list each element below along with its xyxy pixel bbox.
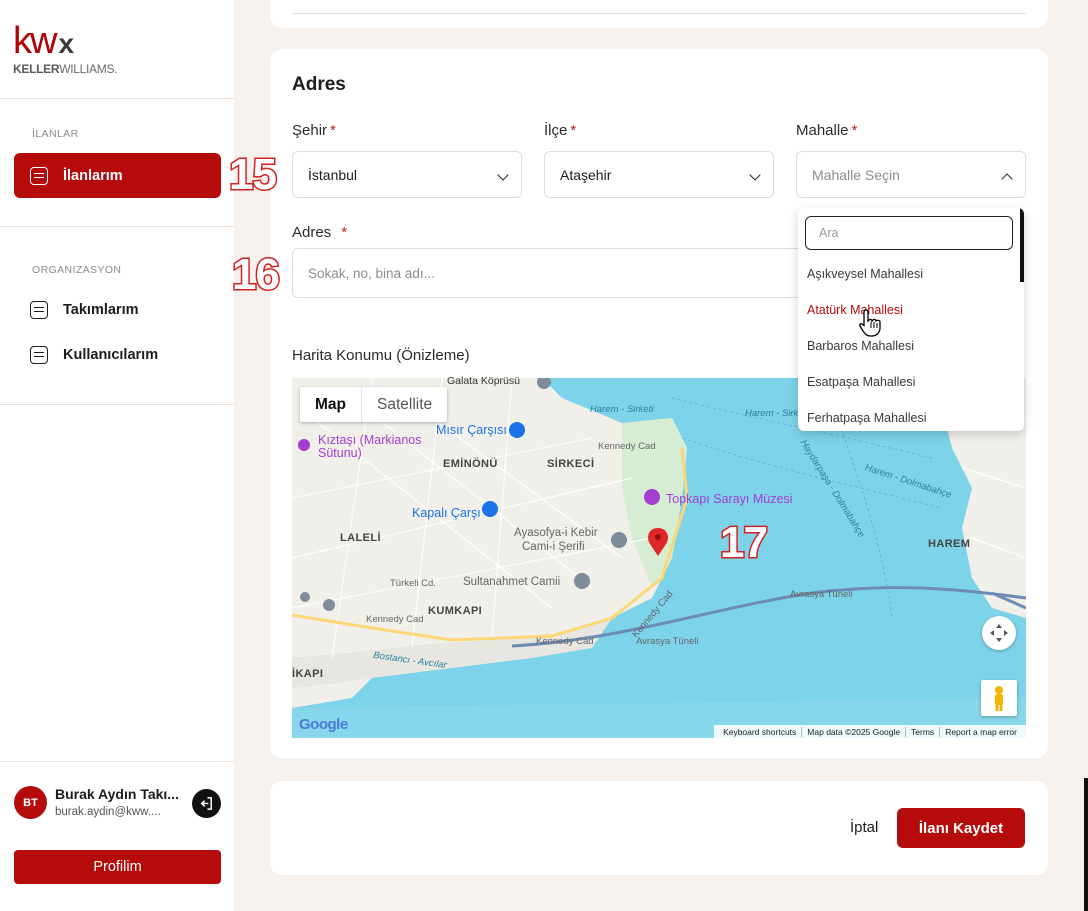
google-logo: Google — [299, 716, 348, 733]
user-name: Burak Aydın Takı... — [55, 786, 179, 802]
previous-section-card — [270, 0, 1048, 28]
map-label-laleli: LALELİ — [340, 532, 381, 544]
sidebar: kw x KELLERWILLIAMS. İLANLAR İlanlarım OR… — [0, 0, 234, 911]
chevron-up-icon — [1001, 173, 1013, 185]
map-label-ikapi: İKAPI — [292, 668, 324, 680]
hand-cursor-icon — [859, 309, 881, 337]
document-icon — [30, 300, 48, 319]
district-label: İlçe * — [544, 122, 577, 139]
dropdown-scrollbar[interactable] — [1020, 208, 1024, 282]
terms-link[interactable]: Terms — [905, 726, 939, 737]
profile-button[interactable]: Profilim — [14, 850, 221, 884]
map-label-sultanahmet: Sultanahmet Camii — [463, 576, 561, 588]
map-label-kumkapi: KUMKAPI — [428, 605, 483, 617]
sidebar-divider — [0, 404, 234, 405]
city-label: Şehir * — [292, 122, 336, 139]
dropdown-search-input[interactable] — [805, 216, 1013, 250]
city-value: İstanbul — [308, 166, 358, 183]
logo-kw: kw — [13, 20, 57, 62]
chevron-down-icon — [497, 169, 509, 181]
cancel-button[interactable]: İptal — [850, 819, 878, 836]
map-camera-control[interactable] — [982, 616, 1016, 650]
sidebar-item-listings[interactable]: İlanlarım — [14, 153, 221, 198]
step-number-16: 16 — [231, 249, 282, 301]
address-label: Adres * — [292, 224, 348, 241]
document-icon — [30, 166, 48, 185]
sidebar-item-label: Kullanıcılarım — [63, 346, 159, 363]
city-select[interactable]: İstanbul — [292, 151, 522, 198]
map-label-kiztasi-2: Sütunu) — [318, 446, 362, 460]
map-data-text: Map data ©2025 Google — [801, 726, 905, 737]
document-icon — [30, 345, 48, 364]
logo-subtitle: KELLERWILLIAMS. — [13, 62, 118, 76]
section-label-organization: ORGANIZASYON — [32, 264, 122, 276]
section-title: Adres — [292, 74, 346, 95]
sidebar-item-label: İlanlarım — [63, 167, 123, 184]
map-label-misir: Mısır Çarşısı — [436, 423, 507, 437]
edge-scrollbar[interactable] — [1084, 778, 1088, 911]
district-value: Ataşehir — [560, 166, 612, 183]
save-listing-button[interactable]: İlanı Kaydet — [897, 808, 1025, 848]
map-type-tabs: Map Satellite — [300, 387, 448, 422]
user-block: BT Burak Aydın Takı... burak.aydin@kww..… — [14, 786, 224, 822]
map-label-kapali: Kapalı Çarşı — [412, 506, 481, 520]
chevron-down-icon — [749, 169, 761, 181]
user-email: burak.aydin@kww.... — [55, 806, 161, 818]
map-label-ayasofya: Ayasofya-i Kebir — [514, 527, 598, 539]
neighborhood-placeholder: Mahalle Seçin — [812, 166, 900, 183]
dropdown-option[interactable]: Barbaros Mahallesi — [807, 339, 914, 353]
map-label-topkapi: Topkapı Sarayı Müzesi — [666, 492, 793, 506]
sidebar-item-teams[interactable]: Takımlarım — [14, 287, 221, 332]
map-label: Harita Konumu (Önizleme) — [292, 347, 470, 364]
dropdown-option[interactable]: Ferhatpaşa Mahallesi — [807, 411, 927, 425]
map-label-harem: HAREM — [928, 538, 971, 550]
keller-williams-logo[interactable]: kw x KELLERWILLIAMS. — [13, 22, 118, 76]
street-view-pegman[interactable] — [981, 680, 1017, 716]
address-input[interactable] — [292, 248, 812, 298]
map-label-avrasya-2: Avrasya Tüneli — [790, 589, 853, 600]
keyboard-shortcuts-link[interactable]: Keyboard shortcuts — [718, 727, 801, 737]
map-label-avrasya-1: Avrasya Tüneli — [636, 636, 699, 647]
sidebar-item-label: Takımlarım — [63, 301, 139, 318]
logout-button[interactable] — [192, 789, 221, 818]
neighborhood-dropdown: Aşıkveysel Mahallesi Atatürk Mahallesi B… — [798, 208, 1024, 431]
pegman-icon — [995, 686, 1003, 711]
map-label-kennedy-2: Kennedy Cad — [366, 614, 424, 625]
logout-icon — [200, 797, 212, 810]
map-label-galata: Galata Köprüsü — [447, 375, 520, 387]
map-attribution: Keyboard shortcuts Map data ©2025 Google… — [714, 725, 1026, 738]
map-label-kiztasi: Kıztaşı (Markianos — [318, 433, 422, 447]
map-label-ayasofya-2: Cami-i Şerifi — [522, 541, 585, 553]
move-arrows-icon — [990, 624, 1008, 642]
dropdown-option[interactable]: Esatpaşa Mahallesi — [807, 375, 915, 389]
map-tab-map[interactable]: Map — [300, 387, 361, 422]
sidebar-item-users[interactable]: Kullanıcılarım — [14, 332, 221, 377]
step-number-15: 15 — [228, 149, 279, 201]
map-tab-satellite[interactable]: Satellite — [361, 387, 447, 422]
map-label-kennedy-1: Kennedy Cad — [598, 441, 656, 452]
report-error-link[interactable]: Report a map error — [939, 726, 1022, 737]
section-label-listings: İLANLAR — [32, 128, 79, 140]
neighborhood-select[interactable]: Mahalle Seçin — [796, 151, 1026, 198]
sidebar-divider — [0, 98, 234, 99]
map-label-turkeli: Türkeli Cd. — [390, 578, 436, 589]
district-select[interactable]: Ataşehir — [544, 151, 774, 198]
neighborhood-label: Mahalle * — [796, 122, 858, 139]
map-label-sirkeci: SİRKECİ — [547, 458, 595, 470]
map-label-kennedy-3: Kennedy Cad — [536, 636, 594, 647]
map-label-eminonu: EMİNÖNÜ — [443, 458, 498, 470]
sidebar-divider — [0, 226, 234, 227]
dropdown-option[interactable]: Atatürk Mahallesi — [807, 303, 903, 317]
step-number-17: 17 — [719, 517, 770, 569]
avatar: BT — [14, 786, 47, 819]
map-canvas — [292, 378, 1026, 738]
map-preview[interactable]: 17 — [292, 378, 1026, 738]
logo-x: x — [58, 28, 75, 59]
map-label-harem-sirketi: Harem - Sirketi — [590, 404, 654, 415]
sidebar-divider — [0, 761, 234, 762]
dropdown-option[interactable]: Aşıkveysel Mahallesi — [807, 267, 923, 281]
